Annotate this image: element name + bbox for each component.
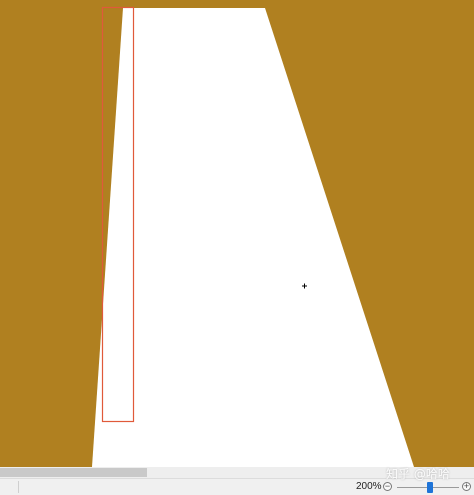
zoom-slider-thumb[interactable] (427, 482, 433, 493)
watermark-text: 知乎 @哈哈 (386, 467, 450, 481)
status-divider (18, 481, 19, 493)
image-editor-window: 200% − + 知乎 @哈哈 (0, 0, 474, 495)
zoom-level-label: 200% (356, 481, 382, 492)
zoom-in-icon[interactable]: + (462, 482, 471, 491)
canvas-image (0, 0, 474, 467)
scrollbar-thumb[interactable] (0, 468, 147, 477)
image-canvas[interactable] (0, 0, 474, 467)
zoom-out-icon[interactable]: − (383, 482, 392, 491)
